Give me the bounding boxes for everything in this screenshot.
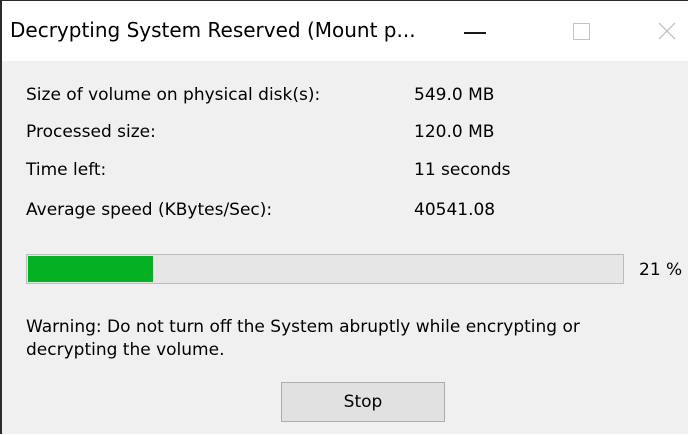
progress-bar-fill xyxy=(28,256,153,282)
progress-percent: 21 % xyxy=(639,260,683,280)
maximize-icon xyxy=(572,22,590,40)
volume-size-value: 549.0 MB xyxy=(414,85,495,105)
warning-message: Warning: Do not turn off the System abru… xyxy=(26,317,580,360)
close-button xyxy=(644,1,688,61)
time-left-value: 11 seconds xyxy=(414,160,511,180)
dialog-content: Size of volume on physical disk(s): 549.… xyxy=(2,61,688,435)
average-speed-value: 40541.08 xyxy=(414,200,496,220)
maximize-button xyxy=(558,1,604,61)
processed-size-label: Processed size: xyxy=(26,122,156,142)
window-title: Decrypting System Reserved (Mount p... xyxy=(10,18,416,42)
stop-button[interactable]: Stop xyxy=(281,382,445,422)
decryption-progress-dialog: Decrypting System Reserved (Mount p... S… xyxy=(0,0,688,434)
title-bar[interactable]: Decrypting System Reserved (Mount p... xyxy=(2,1,688,61)
average-speed-label: Average speed (KBytes/Sec): xyxy=(26,200,273,220)
time-left-label: Time left: xyxy=(26,160,107,180)
minimize-button[interactable] xyxy=(452,1,498,61)
volume-size-label: Size of volume on physical disk(s): xyxy=(26,85,321,105)
progress-bar xyxy=(26,254,624,284)
processed-size-value: 120.0 MB xyxy=(414,122,495,142)
minimize-icon xyxy=(464,32,486,34)
close-icon xyxy=(658,22,676,40)
